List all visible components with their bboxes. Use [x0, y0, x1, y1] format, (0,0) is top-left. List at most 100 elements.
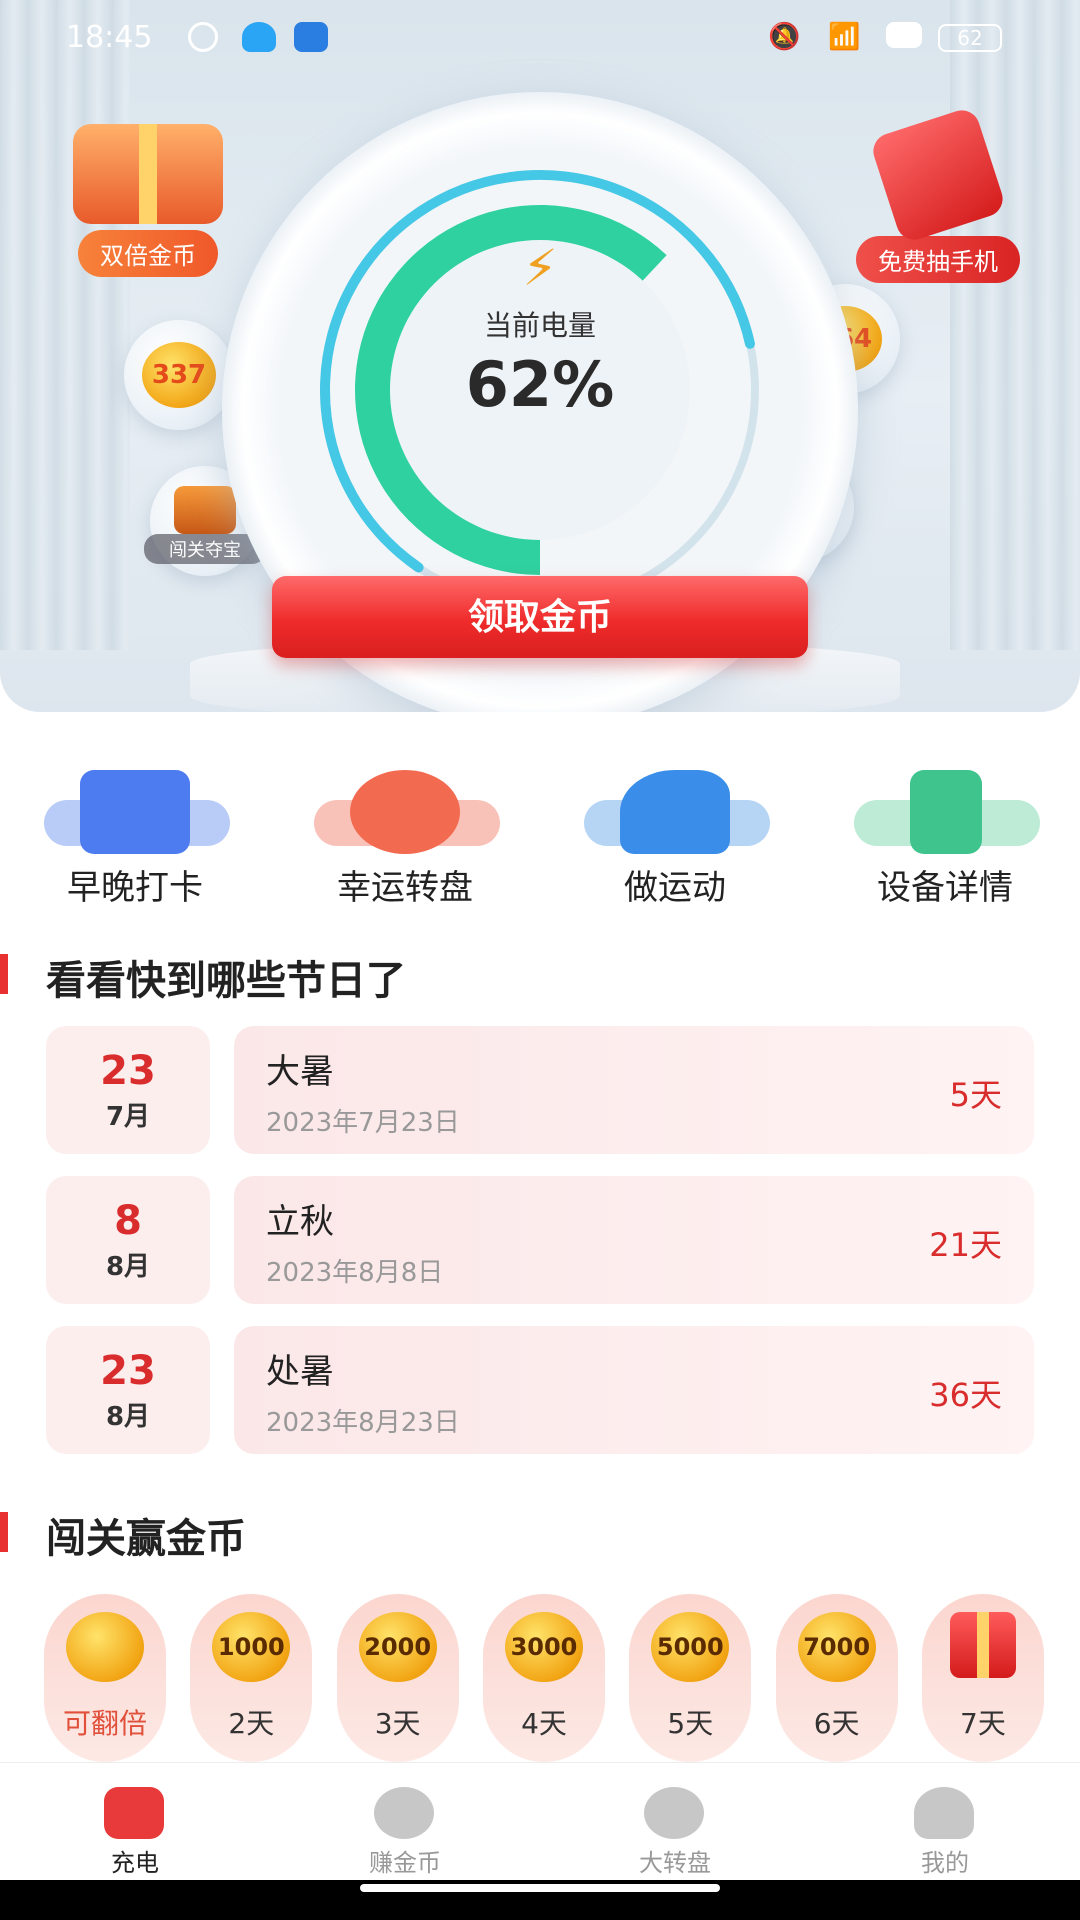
- battery-percent: 62%: [465, 348, 615, 421]
- holiday-countdown: 21天: [929, 1226, 1002, 1264]
- nav-label: 我的: [921, 1849, 969, 1877]
- claim-coins-button[interactable]: 领取金币: [272, 576, 808, 658]
- gift-box-icon: [949, 1612, 1016, 1678]
- holiday-card: 处暑 2023年8月23日 36天: [234, 1326, 1034, 1454]
- treasure-chest-icon: [174, 486, 236, 534]
- holiday-card: 立秋 2023年8月8日 21天: [234, 1176, 1034, 1304]
- mute-icon: 🔕: [768, 22, 801, 52]
- holiday-date-tile: 8 8月: [46, 1176, 210, 1304]
- holiday-date-tile: 23 8月: [46, 1326, 210, 1454]
- gauge-readout: ⚡ 当前电量 62%: [430, 240, 650, 421]
- reward-label: 6天: [813, 1707, 860, 1740]
- section-accent-bar: [0, 1512, 8, 1552]
- earn-coin-icon: [374, 1787, 434, 1839]
- holiday-name: 处暑: [266, 1352, 334, 1392]
- nav-tab-charge[interactable]: 充电: [0, 1763, 270, 1878]
- holiday-name: 立秋: [266, 1202, 334, 1242]
- sneaker-icon: [620, 770, 730, 854]
- calendar-check-icon: [80, 770, 190, 854]
- quick-actions: 早晚打卡 幸运转盘 做运动 设备详情: [0, 760, 1080, 910]
- holiday-item[interactable]: 8 8月 立秋 2023年8月8日 21天: [46, 1176, 1036, 1304]
- phone-gift-icon: [868, 105, 1008, 245]
- holiday-day: 23: [100, 1048, 156, 1094]
- section-accent-bar: [0, 954, 8, 994]
- reward-label: 可翻倍: [62, 1707, 147, 1740]
- right-curtain-decoration: [950, 0, 1080, 650]
- holiday-card: 大暑 2023年7月23日 5天: [234, 1026, 1034, 1154]
- charge-icon: [104, 1787, 164, 1839]
- profile-icon: [914, 1787, 974, 1839]
- nav-label: 赚金币: [369, 1849, 441, 1877]
- qq-notification-icon: [242, 22, 276, 52]
- lucky-wheel-icon: [350, 770, 460, 854]
- holiday-date-tile: 23 7月: [46, 1026, 210, 1154]
- reward-day-7[interactable]: 7天: [921, 1594, 1044, 1762]
- free-phone-draw-entry[interactable]: 免费抽手机: [838, 105, 1038, 283]
- status-time: 18:45: [66, 20, 153, 55]
- coin-stack-icon: [66, 1612, 144, 1682]
- free-phone-draw-label: 免费抽手机: [856, 236, 1020, 283]
- bottom-nav: 充电 赚金币 大转盘 我的: [0, 1762, 1080, 1878]
- reward-label: 2天: [228, 1707, 275, 1740]
- action-device-details[interactable]: 设备详情: [810, 760, 1080, 910]
- treasure-label: 闯关夺宝: [144, 534, 266, 564]
- action-exercise[interactable]: 做运动: [540, 760, 810, 910]
- reward-track: 可翻倍 1000 2天 2000 3天 3000 4天 5000 5天 7000…: [44, 1594, 1044, 1762]
- holidays-section-title: 看看快到哪些节日了: [46, 958, 406, 1004]
- reward-day-6[interactable]: 7000 6天: [775, 1594, 898, 1762]
- reward-label: 7天: [960, 1707, 1006, 1740]
- holiday-day: 8: [114, 1198, 142, 1244]
- holiday-full-date: 2023年8月8日: [266, 1258, 444, 1288]
- action-label: 幸运转盘: [337, 868, 473, 908]
- action-label: 做运动: [624, 868, 726, 908]
- holiday-full-date: 2023年8月23日: [266, 1408, 460, 1438]
- holiday-month: 8月: [105, 1402, 151, 1432]
- spin-wheel-icon: [644, 1787, 704, 1839]
- sim-icon: [886, 22, 922, 48]
- reward-label: 4天: [521, 1707, 567, 1740]
- rewards-section-title: 闯关赢金币: [46, 1516, 246, 1562]
- nav-label: 充电: [111, 1849, 159, 1877]
- coin-icon: 2000: [358, 1612, 437, 1682]
- coin-icon: 3000: [504, 1612, 583, 1682]
- action-label: 设备详情: [877, 868, 1013, 908]
- reward-day-4[interactable]: 3000 4天: [482, 1594, 605, 1762]
- holiday-countdown: 5天: [949, 1076, 1002, 1114]
- reward-day-1[interactable]: 可翻倍: [44, 1594, 166, 1762]
- holiday-month: 7月: [105, 1102, 151, 1132]
- nav-label: 大转盘: [639, 1849, 711, 1877]
- gift-box-icon: [73, 124, 223, 224]
- holiday-item[interactable]: 23 7月 大暑 2023年7月23日 5天: [46, 1026, 1036, 1154]
- double-coins-label: 双倍金币: [78, 230, 218, 277]
- wifi-icon: 📶: [828, 22, 861, 52]
- reward-label: 3天: [374, 1707, 421, 1740]
- reward-day-3[interactable]: 2000 3天: [336, 1594, 459, 1762]
- hero-panel: 18:45 🔕 📶 62 双倍金币 免费抽手机 337 364 闯关夺宝 ⏰ ⚡…: [0, 0, 1080, 712]
- action-label: 早晚打卡: [67, 868, 203, 908]
- coin-icon: 337: [142, 342, 216, 408]
- holiday-full-date: 2023年7月23日: [266, 1108, 460, 1138]
- app-notification-icon: [294, 22, 328, 52]
- left-curtain-decoration: [0, 0, 130, 650]
- nav-tab-earn-coins[interactable]: 赚金币: [270, 1763, 540, 1878]
- holiday-name: 大暑: [266, 1052, 334, 1092]
- holiday-month: 8月: [105, 1252, 151, 1282]
- action-checkin[interactable]: 早晚打卡: [0, 760, 270, 910]
- status-bar: 18:45 🔕 📶 62: [0, 0, 1080, 76]
- coin-icon: 7000: [797, 1612, 876, 1682]
- holiday-countdown: 36天: [929, 1376, 1002, 1414]
- reward-day-2[interactable]: 1000 2天: [190, 1594, 313, 1762]
- nav-tab-spin-wheel[interactable]: 大转盘: [540, 1763, 810, 1878]
- phone-device-icon: [910, 770, 982, 854]
- double-coins-entry[interactable]: 双倍金币: [48, 124, 248, 277]
- battery-label: 当前电量: [483, 309, 596, 342]
- nav-tab-profile[interactable]: 我的: [810, 1763, 1080, 1878]
- chat-notification-icon: [188, 22, 218, 52]
- coin-icon: 5000: [651, 1612, 730, 1682]
- home-indicator[interactable]: [360, 1884, 720, 1892]
- action-lucky-wheel[interactable]: 幸运转盘: [270, 760, 540, 910]
- holiday-day: 23: [100, 1348, 156, 1394]
- holiday-item[interactable]: 23 8月 处暑 2023年8月23日 36天: [46, 1326, 1036, 1454]
- reward-day-5[interactable]: 5000 5天: [629, 1594, 752, 1762]
- coin-bubble-left[interactable]: 337: [124, 320, 234, 430]
